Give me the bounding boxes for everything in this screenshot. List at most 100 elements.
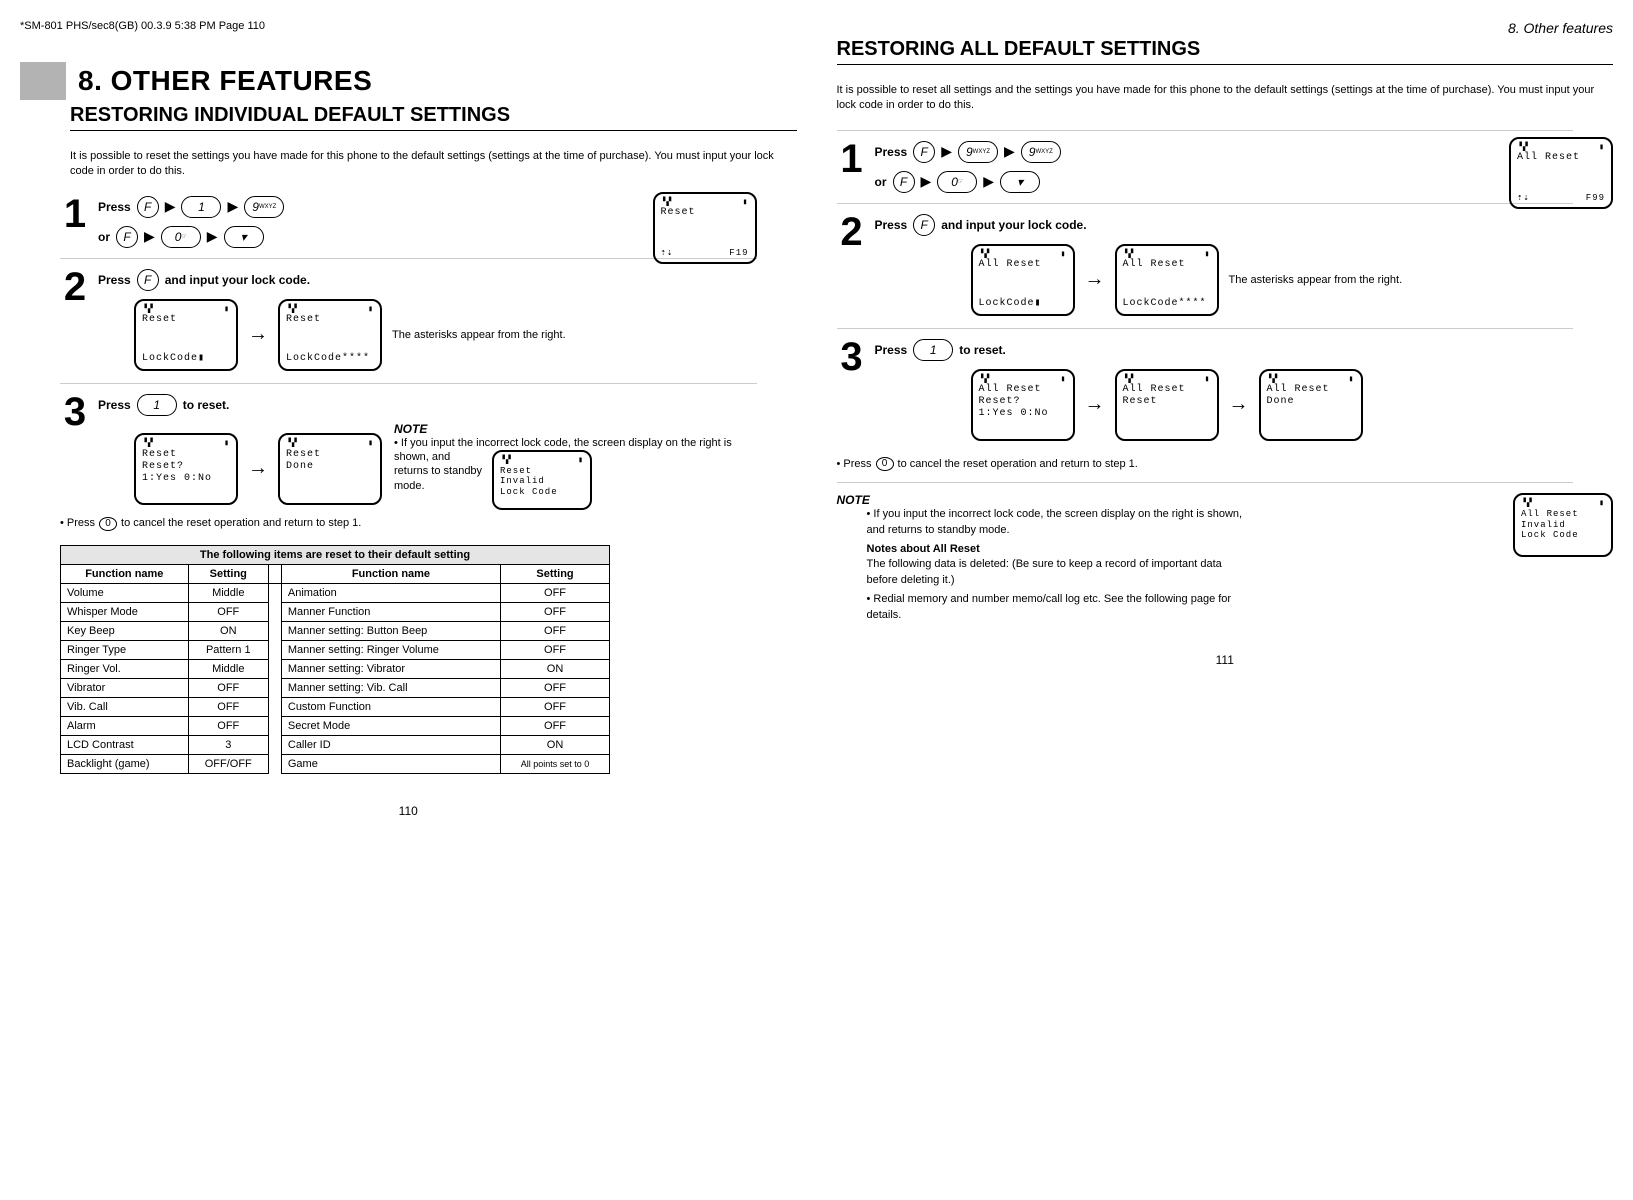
table-cell: ON bbox=[501, 736, 610, 755]
arrow-icon: → bbox=[1085, 393, 1105, 416]
key-1: 1 bbox=[913, 339, 953, 361]
note-redial: • Redial memory and number memo/call log… bbox=[867, 592, 1247, 623]
note-invalid: • If you input the incorrect lock code, … bbox=[867, 507, 1247, 538]
intro-right: It is possible to reset all settings and… bbox=[837, 83, 1614, 114]
notes-about-all-reset: Notes about All Reset bbox=[867, 542, 1247, 557]
table-cell: OFF bbox=[501, 641, 610, 660]
table-cell: Manner setting: Button Beep bbox=[281, 622, 500, 641]
screen-allreset-done: ▝▞▮ All Reset Done bbox=[1259, 369, 1363, 441]
arrow-icon: → bbox=[1085, 268, 1105, 291]
chapter-accent-box bbox=[20, 62, 66, 100]
table-cell: OFF bbox=[501, 584, 610, 603]
table-cell: Vib. Call bbox=[61, 698, 189, 717]
step-3-right: 3 Press 1 to reset. ▝▞▮ All Reset Reset?… bbox=[837, 339, 1614, 443]
screen-allreset-lockcode-empty: ▝▞▮ All Reset LockCode▮ bbox=[971, 244, 1075, 316]
table-cell: Manner setting: Ringer Volume bbox=[281, 641, 500, 660]
key-0-small: 0 bbox=[99, 517, 117, 531]
caption-asterisks: The asterisks appear from the right. bbox=[392, 328, 566, 342]
table-cell: OFF bbox=[501, 603, 610, 622]
key-f: F bbox=[893, 171, 915, 193]
table-cell: All points set to 0 bbox=[501, 755, 610, 774]
screen-lockcode-stars: ▝▞▮ Reset LockCode**** bbox=[278, 299, 382, 371]
intro-left: It is possible to reset the settings you… bbox=[70, 149, 797, 180]
table-cell: ON bbox=[501, 660, 610, 679]
screen-allreset-confirm: ▝▞▮ All Reset Reset? 1:Yes 0:No bbox=[971, 369, 1075, 441]
table-cell: Whisper Mode bbox=[61, 603, 189, 622]
table-cell: Pattern 1 bbox=[188, 641, 268, 660]
table-cell: OFF/OFF bbox=[188, 755, 268, 774]
table-cell: Caller ID bbox=[281, 736, 500, 755]
note-label: NOTE bbox=[837, 493, 1614, 507]
key-1: 1 bbox=[181, 196, 221, 218]
arrow-icon: → bbox=[248, 457, 268, 480]
section-title-left: RESTORING INDIVIDUAL DEFAULT SETTINGS bbox=[70, 104, 797, 131]
arrow-icon: → bbox=[248, 323, 268, 346]
table-cell: Custom Function bbox=[281, 698, 500, 717]
screen-allreset-f99: ▝▞▮ All Reset ⇡⇣ F99 bbox=[1509, 137, 1613, 209]
print-mark: *SM-801 PHS/sec8(GB) 00.3.9 5:38 PM Page… bbox=[20, 20, 797, 32]
screen-allreset-progress: ▝▞▮ All Reset Reset bbox=[1115, 369, 1219, 441]
step-3-left: 3 Press 1 to reset. ▝▞▮ Reset Reset? 1:Y… bbox=[60, 394, 797, 510]
table-cell: OFF bbox=[501, 622, 610, 641]
page-number-right: 111 bbox=[837, 653, 1614, 667]
table-cell: Alarm bbox=[61, 717, 189, 736]
screen-allreset-invalid: ▝▞▮ All Reset Invalid Lock Code bbox=[1513, 493, 1613, 557]
table-cell: OFF bbox=[188, 679, 268, 698]
key-9: 9WXYZ bbox=[244, 196, 284, 218]
key-0-small: 0 bbox=[876, 457, 894, 471]
key-9: 9WXYZ bbox=[958, 141, 998, 163]
chapter-header: 8. OTHER FEATURES bbox=[20, 62, 797, 100]
table-cell: ON bbox=[188, 622, 268, 641]
note-deleted: The following data is deleted: (Be sure … bbox=[867, 557, 1247, 588]
table-cell: Game bbox=[281, 755, 500, 774]
screen-lockcode-empty: ▝▞▮ Reset LockCode▮ bbox=[134, 299, 238, 371]
caption-asterisks: The asterisks appear from the right. bbox=[1229, 273, 1403, 287]
step-2-left: 2 Press F and input your lock code. ▝▞▮ … bbox=[60, 269, 797, 373]
arrow-icon: → bbox=[1229, 393, 1249, 416]
step-1-left: 1 Press F ▶ 1 ▶ 9WXYZ or F ▶ 0☞ ▶ ▾ bbox=[60, 196, 797, 248]
key-down: ▾ bbox=[224, 226, 264, 248]
key-f: F bbox=[137, 269, 159, 291]
screen-reset-done: ▝▞▮ Reset Done bbox=[278, 433, 382, 505]
table-cell: Ringer Type bbox=[61, 641, 189, 660]
table-cell: OFF bbox=[188, 698, 268, 717]
step-2-right: 2 Press F and input your lock code. ▝▞▮ … bbox=[837, 214, 1614, 318]
table-cell: OFF bbox=[188, 717, 268, 736]
table-cell: Backlight (game) bbox=[61, 755, 189, 774]
key-0: 0☞ bbox=[937, 171, 977, 193]
screen-reset-confirm: ▝▞▮ Reset Reset? 1:Yes 0:No bbox=[134, 433, 238, 505]
screen-allreset-lockcode-stars: ▝▞▮ All Reset LockCode**** bbox=[1115, 244, 1219, 316]
section-title-right: RESTORING ALL DEFAULT SETTINGS bbox=[837, 38, 1614, 65]
table-cell: Manner setting: Vib. Call bbox=[281, 679, 500, 698]
key-1: 1 bbox=[137, 394, 177, 416]
chapter-title: 8. OTHER FEATURES bbox=[78, 65, 372, 97]
table-cell: Animation bbox=[281, 584, 500, 603]
key-f: F bbox=[137, 196, 159, 218]
key-down: ▾ bbox=[1000, 171, 1040, 193]
key-f: F bbox=[913, 141, 935, 163]
table-cell: Ringer Vol. bbox=[61, 660, 189, 679]
key-f: F bbox=[913, 214, 935, 236]
cancel-note-right: • Press 0 to cancel the reset operation … bbox=[837, 457, 1614, 472]
table-cell: OFF bbox=[188, 603, 268, 622]
table-cell: Middle bbox=[188, 584, 268, 603]
table-cell: Manner setting: Vibrator bbox=[281, 660, 500, 679]
table-cell: Volume bbox=[61, 584, 189, 603]
table-cell: Middle bbox=[188, 660, 268, 679]
defaults-table: The following items are reset to their d… bbox=[60, 545, 610, 774]
table-cell: Manner Function bbox=[281, 603, 500, 622]
table-cell: OFF bbox=[501, 717, 610, 736]
key-9: 9WXYZ bbox=[1021, 141, 1061, 163]
key-0: 0☞ bbox=[161, 226, 201, 248]
running-header: 8. Other features bbox=[837, 20, 1614, 36]
table-cell: OFF bbox=[501, 698, 610, 717]
note-label: NOTE bbox=[394, 422, 797, 436]
table-cell: OFF bbox=[501, 679, 610, 698]
table-cell: LCD Contrast bbox=[61, 736, 189, 755]
key-f: F bbox=[116, 226, 138, 248]
table-cell: Secret Mode bbox=[281, 717, 500, 736]
page-number-left: 110 bbox=[20, 804, 797, 818]
step-1-right: 1 Press F ▶ 9WXYZ ▶ 9WXYZ or F ▶ 0☞ ▶ ▾ bbox=[837, 141, 1614, 193]
screen-reset-f19: ▝▞▮ Reset ⇡⇣ F19 bbox=[653, 192, 757, 264]
table-cell: 3 bbox=[188, 736, 268, 755]
